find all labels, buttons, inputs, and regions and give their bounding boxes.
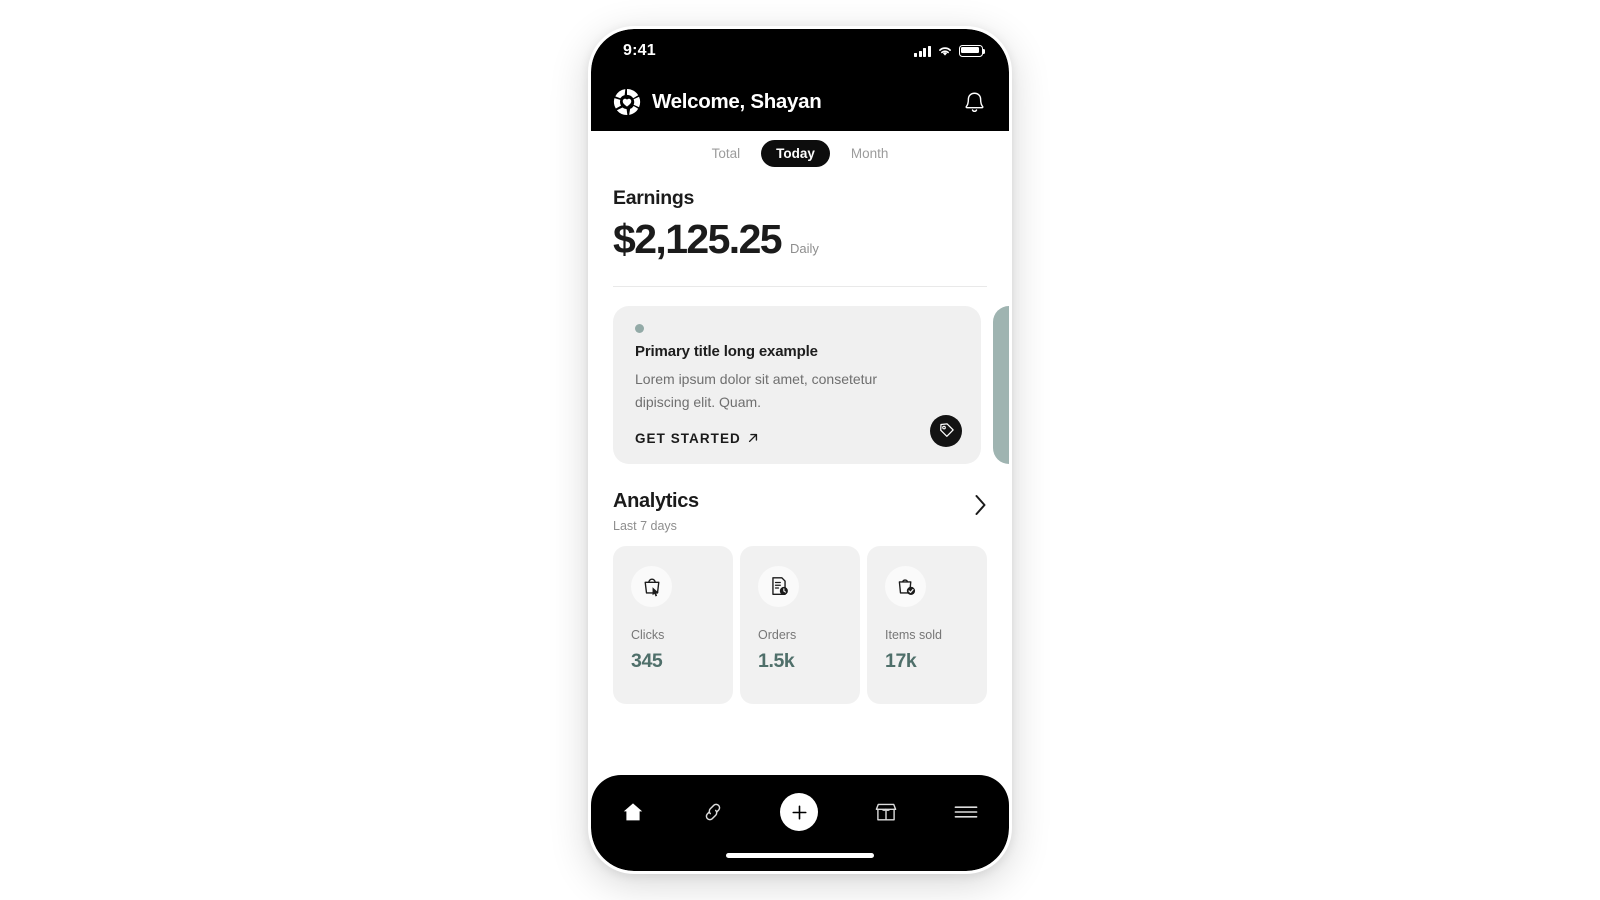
chevron-right-icon: [975, 494, 986, 515]
home-icon: [623, 803, 643, 821]
earnings-amount: $2,125.25: [613, 216, 783, 262]
analytics-stat-cards: Clicks 345 Orders 1.5k Items sold 17k: [591, 533, 1009, 704]
stat-label-clicks: Clicks: [631, 627, 665, 642]
nav-menu-button[interactable]: [953, 803, 979, 821]
nav-add-button[interactable]: [780, 793, 818, 831]
promo-title: Primary title long example: [635, 343, 818, 360]
stat-card-items-sold[interactable]: Items sold 17k: [867, 545, 987, 704]
stat-label-items-sold: Items sold: [885, 627, 942, 642]
header-row: Welcome, Shayan: [613, 73, 987, 131]
promo-card[interactable]: Primary title long example Lorem ipsum d…: [613, 306, 981, 464]
storefront-icon: [875, 803, 896, 821]
link-icon: [705, 803, 720, 821]
bottom-nav-row: [621, 793, 979, 831]
notification-bell-button[interactable]: [962, 89, 987, 116]
screenshot-canvas: 9:41 Welcome, Shayan Total Today Month E…: [0, 0, 1600, 900]
analytics-subtitle: Last 7 days: [613, 518, 677, 533]
brand-block: Welcome, Shayan: [613, 88, 822, 116]
phone-frame: 9:41 Welcome, Shayan Total Today Month E…: [588, 26, 1012, 874]
stat-card-orders[interactable]: Orders 1.5k: [740, 545, 860, 704]
app-header: 9:41 Welcome, Shayan: [591, 29, 1009, 131]
earnings-title: Earnings: [613, 187, 695, 209]
analytics-title: Analytics: [613, 489, 699, 512]
status-bar-icons: [914, 45, 987, 57]
battery-icon: [959, 45, 986, 57]
earnings-value-row: $2,125.25 Daily: [613, 219, 987, 260]
period-tabs: Total Today Month: [591, 131, 1009, 174]
tab-total[interactable]: Total: [697, 140, 756, 167]
earnings-section: Earnings $2,125.25 Daily: [591, 174, 1009, 287]
analytics-more-button[interactable]: [974, 490, 987, 521]
phone-screen: 9:41 Welcome, Shayan Total Today Month E…: [591, 29, 1009, 871]
nav-store-button[interactable]: [873, 800, 899, 824]
bottom-navigation-bar: [591, 775, 1009, 871]
promo-description: Lorem ipsum dolor sit amet, consetetur d…: [635, 371, 877, 410]
document-clock-icon: [771, 577, 788, 596]
get-started-label: GET STARTED: [635, 430, 741, 446]
analytics-heading-block: Analytics Last 7 days: [613, 490, 699, 533]
analytics-header[interactable]: Analytics Last 7 days: [591, 464, 1009, 533]
promo-card-next-peek[interactable]: [993, 306, 1009, 464]
status-bar-time: 9:41: [623, 42, 656, 59]
main-content: Earnings $2,125.25 Daily Primary title l…: [591, 174, 1009, 775]
stat-value-items-sold: 17k: [885, 649, 917, 672]
promo-carousel[interactable]: Primary title long example Lorem ipsum d…: [591, 287, 1009, 464]
stat-value-orders: 1.5k: [758, 649, 795, 672]
hamburger-menu-icon: [954, 806, 978, 818]
tab-today[interactable]: Today: [761, 140, 830, 167]
document-clock-icon-wrap: [758, 565, 799, 607]
aperture-heart-logo-icon: [613, 88, 641, 116]
promo-tag-button[interactable]: [930, 414, 962, 447]
bell-icon: [965, 92, 984, 112]
arrow-up-right-icon: [748, 434, 757, 443]
wifi-icon: [939, 47, 951, 56]
stat-label-orders: Orders: [758, 627, 797, 642]
shopping-bag-check-icon-wrap: [885, 565, 926, 607]
cellular-signal-icon: [914, 45, 931, 57]
tab-month[interactable]: Month: [836, 140, 904, 167]
home-indicator: [726, 853, 874, 858]
nav-links-button[interactable]: [700, 799, 726, 825]
welcome-greeting: Welcome, Shayan: [652, 90, 822, 113]
price-tag-icon: [939, 423, 954, 438]
plus-icon: [791, 804, 807, 820]
shopping-bag-cursor-icon: [644, 578, 659, 597]
shopping-bag-cursor-icon-wrap: [631, 565, 672, 607]
promo-status-dot: [635, 324, 644, 333]
stat-value-clicks: 345: [631, 649, 663, 672]
get-started-button[interactable]: GET STARTED: [635, 431, 959, 446]
status-bar: 9:41: [613, 29, 987, 73]
nav-home-button[interactable]: [621, 800, 645, 824]
earnings-period: Daily: [790, 241, 819, 256]
shopping-bag-check-icon: [898, 579, 915, 596]
stat-card-clicks[interactable]: Clicks 345: [613, 545, 733, 704]
